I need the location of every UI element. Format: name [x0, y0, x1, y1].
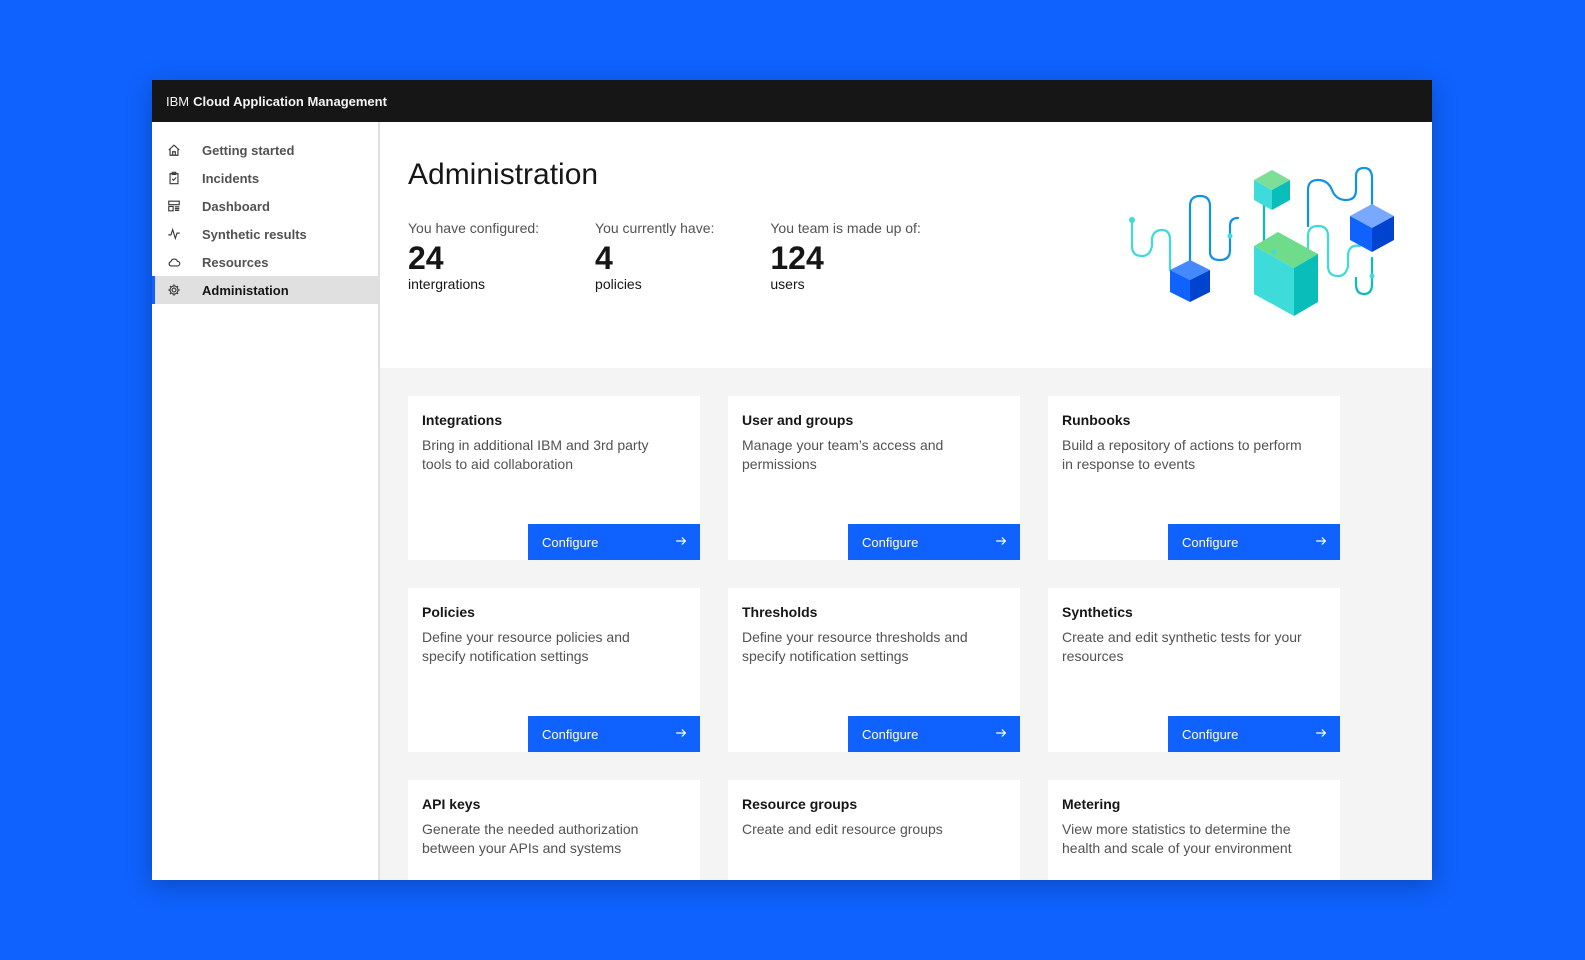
cubes-illustration — [1129, 166, 1394, 316]
sidebar-item-label: Administation — [202, 282, 289, 298]
card-runbooks: Runbooks Build a repository of actions t… — [1048, 396, 1340, 560]
gear-icon — [166, 282, 182, 298]
card-description: Build a repository of actions to perform… — [1062, 437, 1302, 472]
app-window: IBM Cloud Application Management Getting… — [152, 80, 1432, 880]
configure-button-label: Configure — [862, 534, 919, 550]
card-description: Bring in additional IBM and 3rd party to… — [422, 437, 649, 472]
arrow-right-icon — [994, 534, 1008, 551]
top-bar: IBM Cloud Application Management — [152, 80, 1432, 122]
configure-button-label: Configure — [862, 726, 919, 742]
configure-button-label: Configure — [1182, 726, 1239, 742]
sidebar-item-getting-started[interactable]: Getting started — [152, 136, 378, 164]
card-description: View more statistics to determine the he… — [1062, 821, 1292, 856]
stat-value: 4 — [595, 240, 613, 276]
card-description: Define your resource policies and specif… — [422, 629, 630, 664]
brand-prefix: IBM — [166, 93, 190, 109]
arrow-right-icon — [674, 534, 688, 551]
card-integrations: Integrations Bring in additional IBM and… — [408, 396, 700, 560]
configure-button[interactable]: Configure — [528, 524, 700, 560]
cloud-icon — [166, 254, 182, 270]
cards-area: Integrations Bring in additional IBM and… — [380, 368, 1432, 880]
card-title: API keys — [422, 796, 481, 812]
card-grid: Integrations Bring in additional IBM and… — [408, 396, 1404, 880]
sidebar: Getting started Incidents Dashboard Synt… — [152, 122, 380, 880]
sidebar-item-incidents[interactable]: Incidents — [152, 164, 378, 192]
arrow-right-icon — [1314, 726, 1328, 743]
sidebar-item-synthetic-results[interactable]: Synthetic results — [152, 220, 378, 248]
sidebar-item-label: Resources — [202, 254, 269, 270]
configure-button[interactable]: Configure — [1168, 524, 1340, 560]
sidebar-item-dashboard[interactable]: Dashboard — [152, 192, 378, 220]
sidebar-item-label: Getting started — [202, 142, 295, 158]
stat-label: You have configured: — [408, 220, 540, 236]
card-title: Thresholds — [742, 604, 818, 620]
stat-label: You currently have: — [595, 220, 715, 236]
configure-button-label: Configure — [542, 726, 599, 742]
sidebar-item-administration[interactable]: Administation — [152, 276, 378, 304]
configure-button[interactable]: Configure — [848, 716, 1020, 752]
stat-value: 124 — [770, 240, 824, 276]
arrow-right-icon — [674, 726, 688, 743]
sidebar-item-label: Dashboard — [202, 198, 270, 214]
arrow-right-icon — [994, 726, 1008, 743]
configure-button-label: Configure — [1182, 534, 1239, 550]
card-title: User and groups — [742, 412, 854, 428]
page-header: Administration You have configured: 24 i… — [380, 122, 1432, 368]
configure-button[interactable]: Configure — [1168, 716, 1340, 752]
blue-cube-left — [1170, 260, 1210, 302]
card-thresholds: Thresholds Define your resource threshol… — [728, 588, 1020, 752]
arrow-right-icon — [1314, 534, 1328, 551]
card-user-and-groups: User and groups Manage your team’s acces… — [728, 396, 1020, 560]
card-title: Metering — [1062, 796, 1121, 812]
card-description: Generate the needed authorization betwee… — [422, 821, 639, 856]
stat-unit: policies — [595, 276, 642, 292]
card-metering: Metering View more statistics to determi… — [1048, 780, 1340, 880]
configure-button[interactable]: Configure — [848, 524, 1020, 560]
main-content: Administration You have configured: 24 i… — [380, 122, 1432, 880]
configure-button-label: Configure — [542, 534, 599, 550]
card-title: Policies — [422, 604, 475, 620]
card-title: Integrations — [422, 412, 503, 428]
card-policies: Policies Define your resource policies a… — [408, 588, 700, 752]
clipboard-icon — [166, 170, 182, 186]
dashboard-icon — [166, 198, 182, 214]
home-icon — [166, 142, 182, 158]
stat-users: You team is made up of: 124 users — [770, 220, 920, 292]
configure-button[interactable]: Configure — [528, 716, 700, 752]
brand-name[interactable]: Cloud Application Management — [193, 94, 387, 109]
activity-icon — [166, 226, 182, 242]
stat-unit: intergrations — [408, 276, 486, 292]
stat-unit: users — [770, 276, 805, 292]
teal-cube-top — [1254, 170, 1290, 210]
stat-label: You team is made up of: — [770, 220, 921, 236]
stat-value: 24 — [408, 240, 444, 276]
card-synthetics: Synthetics Create and edit synthetic tes… — [1048, 588, 1340, 752]
card-description: Manage your team’s access and permission… — [742, 437, 944, 472]
sidebar-item-label: Synthetic results — [202, 226, 307, 242]
card-title: Resource groups — [742, 796, 858, 812]
stat-policies: You currently have: 4 policies — [595, 220, 714, 292]
card-description: Define your resource thresholds and spec… — [742, 629, 968, 664]
card-resource-groups: Resource groups Create and edit resource… — [728, 780, 1020, 880]
card-api-keys: API keys Generate the needed authorizati… — [408, 780, 700, 880]
card-title: Synthetics — [1062, 604, 1133, 620]
card-title: Runbooks — [1062, 412, 1131, 428]
card-description: Create and edit synthetic tests for your… — [1062, 629, 1302, 664]
sidebar-item-resources[interactable]: Resources — [152, 248, 378, 276]
stat-integrations: You have configured: 24 intergrations — [408, 220, 539, 292]
card-description: Create and edit resource groups — [742, 821, 943, 837]
sidebar-item-label: Incidents — [202, 170, 260, 186]
